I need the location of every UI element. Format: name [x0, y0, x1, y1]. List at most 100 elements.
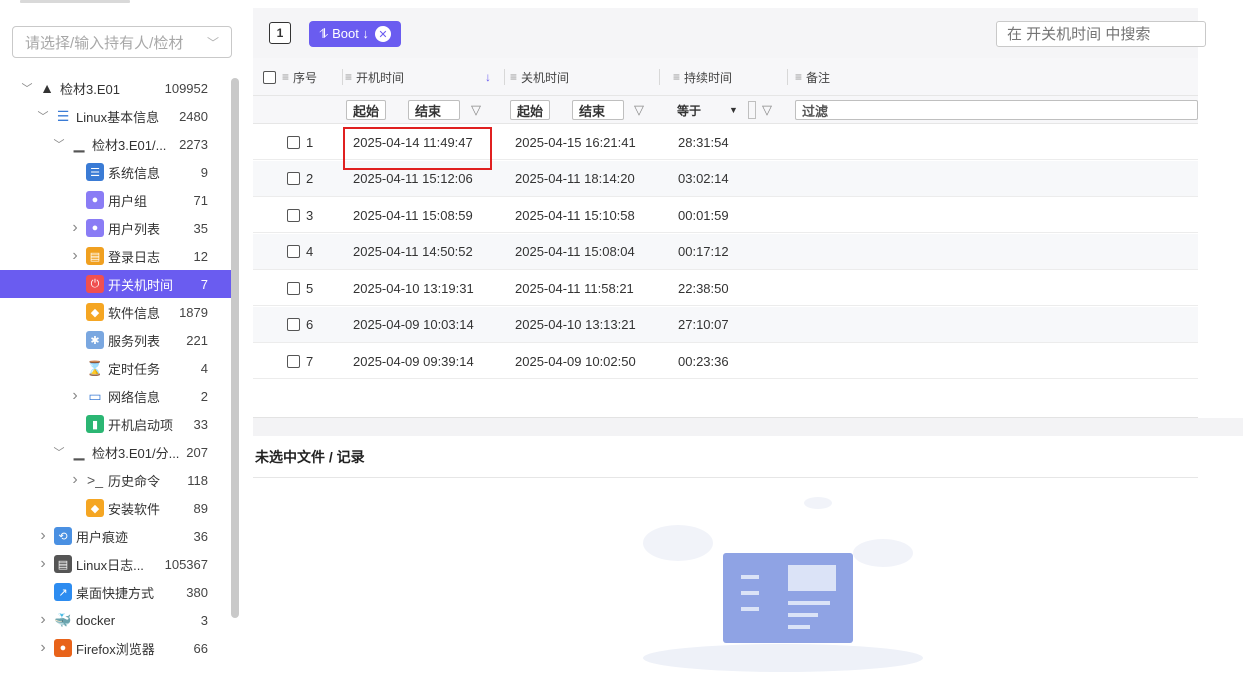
tree-node-label: 检材3.E01/分... — [92, 445, 180, 461]
tree-node[interactable]: ↗ 桌面快捷方式 380 — [0, 578, 232, 606]
table-row[interactable]: 4 2025-04-11 14:50:52 2025-04-11 15:08:04 0… — [253, 233, 1198, 270]
tree-node-count: 380 — [186, 584, 208, 600]
chevron-down-icon[interactable]: ﹀ — [20, 80, 34, 96]
tree-node[interactable]: › ▤ 登录日志 12 — [0, 242, 232, 270]
tree-node-count: 33 — [193, 416, 208, 432]
tree-node[interactable]: ﹀ ▁ 检材3.E01/... 2273 — [0, 130, 232, 158]
header-index[interactable]: ≡ 序号 — [263, 58, 343, 96]
filter-icon[interactable]: ▽ — [467, 100, 485, 120]
row-index: 7 — [306, 353, 314, 369]
row-index-cell[interactable]: 1 — [287, 124, 313, 160]
user-traces-icon: ⟲ — [54, 527, 72, 545]
tree-node[interactable]: › ● Firefox浏览器 66 — [0, 634, 232, 662]
tree-node[interactable]: ◆ 软件信息 1879 — [0, 298, 232, 326]
owner-select[interactable]: 请选择/输入持有人/检材 ﹀ — [12, 26, 232, 58]
row-index-cell[interactable]: 6 — [287, 307, 313, 343]
row-index-cell[interactable]: 2 — [287, 161, 313, 197]
row-checkbox[interactable] — [287, 135, 300, 149]
row-checkbox[interactable] — [287, 354, 300, 368]
tree-node[interactable]: ﹀ ☰ Linux基本信息 2480 — [0, 102, 232, 130]
column-view-button[interactable]: 1 — [269, 22, 291, 44]
duration-cell: 03:02:14 — [678, 171, 729, 186]
row-index-cell[interactable]: 3 — [287, 197, 313, 233]
chevron-right-icon[interactable]: › — [36, 611, 50, 629]
disk-icon: ▁ — [70, 443, 88, 461]
row-checkbox[interactable] — [287, 281, 300, 295]
row-index: 6 — [306, 317, 314, 332]
header-boot[interactable]: ≡ 开机时间 ↓ — [345, 58, 505, 96]
row-index: 1 — [306, 134, 314, 150]
chevron-right-icon[interactable]: › — [36, 639, 50, 657]
chevron-down-icon[interactable]: ﹀ — [52, 444, 66, 460]
shutdown-end-filter[interactable]: 结束 — [572, 100, 624, 120]
note-filter-input[interactable]: 过滤 — [795, 100, 1198, 120]
tree-node[interactable]: ﹀ ▲ 检材3.E01 109952 — [0, 74, 232, 102]
sort-chip[interactable]: ⥮ Boot ↓ ✕ — [309, 21, 401, 47]
detail-title: 未选中文件 / 记录 — [253, 436, 1198, 478]
chevron-right-icon[interactable]: › — [68, 219, 82, 237]
chevron-down-icon[interactable]: ﹀ — [52, 136, 66, 152]
chevron-down-icon[interactable]: ﹀ — [36, 108, 50, 124]
tree-node[interactable]: ▮ 开机启动项 33 — [0, 410, 232, 438]
chevron-right-icon[interactable]: › — [68, 387, 82, 405]
table-row[interactable]: 5 2025-04-10 13:19:31 2025-04-11 11:58:21 2… — [253, 270, 1198, 306]
list-icon: ☰ — [54, 107, 72, 125]
header-index-label: 序号 — [293, 70, 318, 85]
row-index: 4 — [306, 244, 314, 259]
close-icon[interactable]: ✕ — [374, 26, 391, 42]
table-row[interactable]: 6 2025-04-09 10:03:14 2025-04-10 13:13:21 2… — [253, 306, 1198, 343]
tree-node-label: 用户列表 — [108, 221, 161, 237]
boot-start-filter[interactable]: 起始 — [346, 100, 387, 120]
chevron-down-icon: ﹀ — [206, 35, 219, 50]
tree-node[interactable]: › ▭ 网络信息 2 — [0, 382, 232, 410]
row-checkbox[interactable] — [287, 318, 300, 331]
row-checkbox[interactable] — [287, 208, 300, 222]
disk-icon: ▁ — [70, 135, 88, 153]
duration-operator-select[interactable]: 等于 ▼ — [677, 100, 756, 120]
tree-node[interactable]: ﹀ ▁ 检材3.E01/分... 207 — [0, 438, 232, 466]
tree-node[interactable]: › ▤ Linux日志... 105367 — [0, 550, 232, 578]
shutdown-time-cell: 2025-04-10 13:13:21 — [515, 317, 636, 332]
row-index-cell[interactable]: 7 — [287, 343, 313, 379]
duration-cell: 27:10:07 — [678, 317, 729, 332]
chevron-right-icon[interactable]: › — [36, 527, 50, 545]
boot-end-filter[interactable]: 结束 — [408, 100, 460, 120]
header-shutdown[interactable]: ≡ 关机时间 — [510, 58, 660, 96]
duration-value-input[interactable] — [747, 101, 756, 119]
filter-icon[interactable]: ▽ — [630, 100, 648, 120]
header-note[interactable]: ≡ 备注 — [795, 58, 995, 96]
table-row[interactable]: 7 2025-04-09 09:39:14 2025-04-09 10:02:50 0… — [253, 343, 1198, 379]
table-row[interactable]: 3 2025-04-11 15:08:59 2025-04-11 15:10:58 0… — [253, 197, 1198, 233]
tree-node[interactable]: ● 用户组 71 — [0, 186, 232, 214]
tree-node[interactable]: › >_ 历史命令 118 — [0, 466, 232, 494]
tree-node-count: 105367 — [164, 556, 208, 572]
row-index-cell[interactable]: 5 — [287, 270, 313, 306]
duration-cell: 22:38:50 — [678, 280, 729, 296]
row-checkbox[interactable] — [287, 245, 300, 258]
tree-scrollbar[interactable] — [231, 78, 239, 618]
filter-icon[interactable]: ▽ — [758, 100, 776, 120]
tree-node-label: 用户组 — [108, 193, 148, 209]
chevron-right-icon[interactable]: › — [68, 247, 82, 265]
shortcut-icon: ↗ — [54, 583, 72, 601]
tree-node[interactable]: ⌛ 定时任务 4 — [0, 354, 232, 382]
shutdown-start-filter[interactable]: 起始 — [510, 100, 551, 120]
tree-node-label: 历史命令 — [108, 473, 161, 489]
search-input[interactable] — [996, 21, 1206, 47]
tree-node[interactable]: ✱ 服务列表 221 — [0, 326, 232, 354]
row-index-cell[interactable]: 4 — [287, 234, 313, 270]
tree-node[interactable]: › ● 用户列表 35 — [0, 214, 232, 242]
tree-node[interactable]: ◆ 安装软件 89 — [0, 494, 232, 522]
tree-node[interactable]: ⏻ 开关机时间 7 — [0, 270, 232, 298]
row-checkbox[interactable] — [287, 172, 300, 185]
tree-node[interactable]: › 🐳 docker 3 — [0, 606, 232, 634]
chevron-right-icon[interactable]: › — [68, 471, 82, 489]
linux-log-icon: ▤ — [54, 555, 72, 573]
startup-icon: ▮ — [86, 415, 104, 433]
select-all-checkbox[interactable] — [263, 70, 276, 84]
tree-node[interactable]: › ⟲ 用户痕迹 36 — [0, 522, 232, 550]
drag-handle-icon: ≡ — [282, 70, 290, 84]
tree-node[interactable]: ☰ 系统信息 9 — [0, 158, 232, 186]
chevron-right-icon[interactable]: › — [36, 555, 50, 573]
header-duration[interactable]: ≡ 持续时间 — [673, 58, 788, 96]
